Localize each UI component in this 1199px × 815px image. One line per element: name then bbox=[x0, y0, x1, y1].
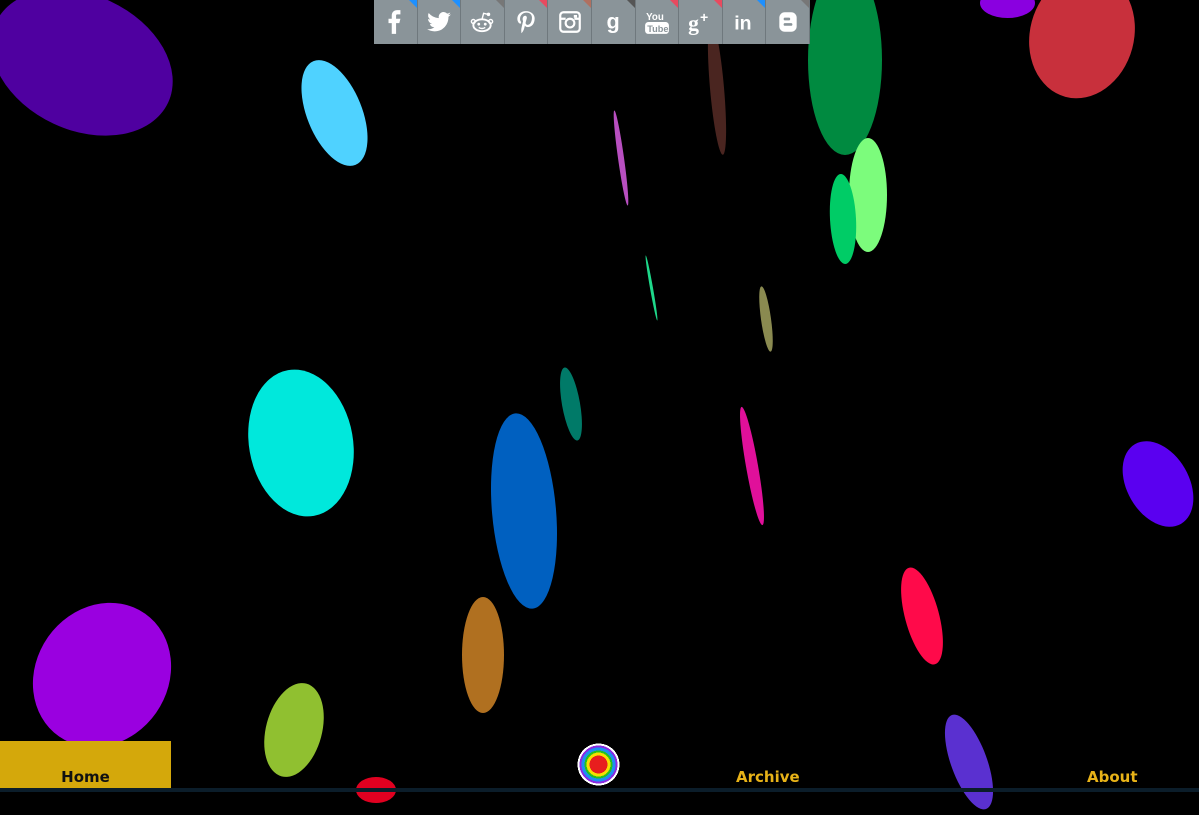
decorative-ellipse bbox=[236, 361, 366, 525]
decorative-ellipse bbox=[934, 708, 1004, 815]
blogger-button[interactable] bbox=[766, 0, 810, 44]
decorative-ellipse bbox=[892, 563, 952, 669]
nav-home-label: Home bbox=[61, 768, 110, 786]
linkedin-button[interactable]: in bbox=[722, 0, 767, 44]
twitter-icon bbox=[426, 12, 451, 32]
facebook-button[interactable] bbox=[374, 0, 418, 44]
decorative-ellipse bbox=[1108, 428, 1199, 540]
pinterest-icon bbox=[517, 11, 535, 34]
googleplus-button[interactable]: g + bbox=[679, 0, 723, 44]
blogger-icon bbox=[778, 12, 797, 32]
decorative-ellipse bbox=[254, 676, 334, 784]
twitter-button[interactable] bbox=[417, 0, 462, 44]
svg-text:g: g bbox=[689, 12, 700, 35]
svg-text:+: + bbox=[700, 9, 708, 25]
reddit-icon bbox=[471, 12, 494, 33]
footer-bar bbox=[0, 788, 1199, 792]
svg-text:in: in bbox=[734, 13, 751, 35]
decorative-ellipse bbox=[483, 410, 565, 612]
decorative-ellipse bbox=[808, 0, 882, 155]
decorative-ellipses bbox=[0, 0, 1199, 815]
decorative-ellipse bbox=[643, 255, 659, 321]
decorative-ellipse bbox=[287, 50, 381, 176]
instagram-icon bbox=[558, 11, 581, 33]
goodreads-button[interactable]: g bbox=[591, 0, 636, 44]
decorative-ellipse bbox=[756, 285, 776, 353]
svg-text:Tube: Tube bbox=[647, 24, 668, 34]
decorative-ellipse bbox=[611, 110, 631, 206]
pinterest-button[interactable] bbox=[504, 0, 549, 44]
youtube-button[interactable]: You Tube bbox=[635, 0, 680, 44]
nav-home-button[interactable]: Home bbox=[0, 741, 171, 788]
goodreads-icon: g bbox=[607, 9, 620, 34]
decorative-ellipse bbox=[462, 597, 504, 713]
svg-text:You: You bbox=[646, 12, 664, 23]
facebook-icon bbox=[388, 10, 401, 34]
site-logo[interactable] bbox=[577, 743, 620, 786]
linkedin-icon: in bbox=[734, 13, 751, 35]
nav-archive-link[interactable]: Archive bbox=[736, 768, 800, 786]
decorative-ellipse bbox=[555, 365, 587, 443]
svg-text:g: g bbox=[607, 9, 620, 34]
social-share-bar: g You Tube g + in bbox=[374, 0, 810, 44]
nav-about-link[interactable]: About bbox=[1087, 768, 1138, 786]
reddit-button[interactable] bbox=[461, 0, 505, 44]
google-plus-icon: g + bbox=[689, 9, 709, 35]
instagram-button[interactable] bbox=[548, 0, 592, 44]
decorative-ellipse bbox=[979, 0, 1035, 18]
decorative-ellipse bbox=[0, 0, 197, 164]
decorative-ellipse bbox=[1015, 0, 1149, 111]
decorative-ellipse bbox=[735, 405, 769, 527]
youtube-icon: YouTube bbox=[644, 12, 669, 34]
